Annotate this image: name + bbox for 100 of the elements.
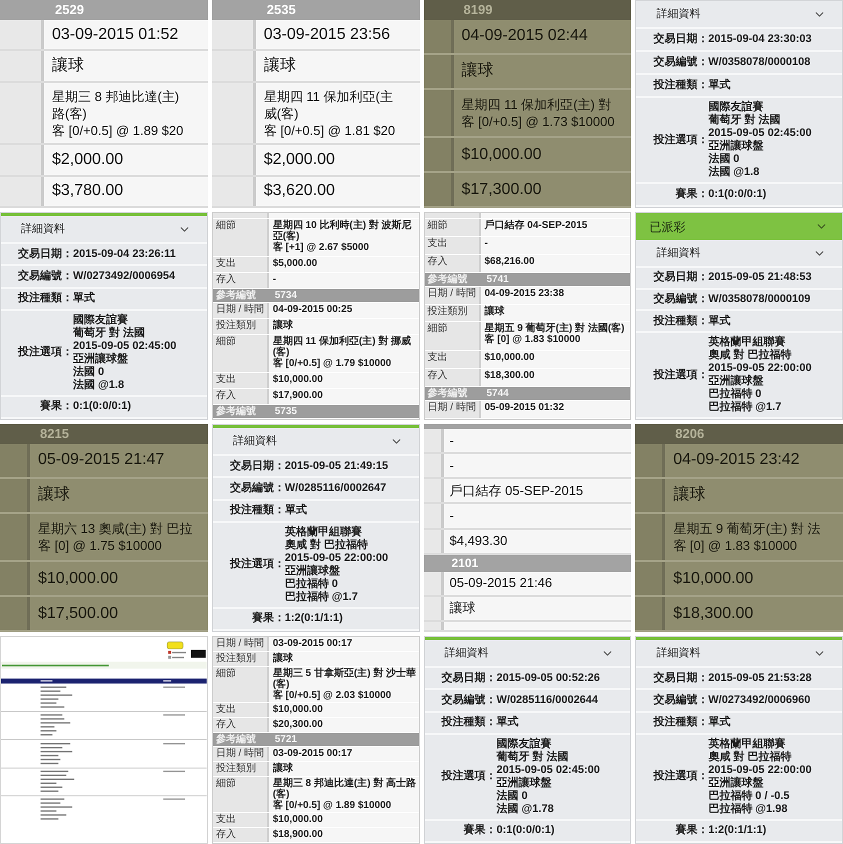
selection-line: 英格蘭甲組聯賽 [708, 738, 786, 750]
field-label: 投注選項： [228, 558, 285, 572]
field-label: 投注選項： [652, 134, 708, 146]
field-label: 日期 / 時間 [212, 303, 269, 318]
field-label: 支出 [212, 257, 269, 272]
selection-line: 巴拉福特 @1.98 [708, 802, 788, 816]
record-text: 05-09-2015 21:46 [450, 575, 552, 592]
field-value: 星期三 5 甘拿斯亞(主) 對 沙士華(客) [272, 668, 416, 690]
details-toggle[interactable]: 詳細資料 [424, 640, 630, 668]
field-label: 支出 [424, 236, 480, 254]
field-label: 賽果： [462, 824, 496, 838]
field-value: 1:2(0:1/1:1) [284, 612, 343, 626]
record-text: $17,300.00 [462, 180, 542, 200]
selection-line: 2015-09-05 02:45:00 [73, 340, 176, 352]
field-value: $18,300.00 [484, 370, 535, 382]
field-label: 細節 [212, 666, 269, 702]
record-text: - [450, 432, 454, 449]
field-label: 投注類別 [212, 319, 269, 334]
field-label: 投注種類： [652, 716, 708, 730]
field-value: W/0285116/0002647 [284, 482, 386, 495]
selection-line: 亞洲讓球盤 [73, 352, 129, 366]
field-value: 單式 [73, 292, 95, 306]
record-text: 讓球 [462, 61, 494, 82]
details-toggle[interactable]: 詳細資料 [636, 640, 842, 668]
field-label: 投注種類： [228, 504, 285, 518]
field-value: - [272, 274, 276, 285]
field-label: 存入 [212, 828, 269, 842]
details-toggle[interactable]: 詳細資料 [212, 428, 418, 456]
selection-line: 法國 0 [73, 366, 106, 378]
selection-line: 亞洲讓球盤 [496, 776, 552, 790]
field-value: 2015-09-05 00:52:26 [496, 672, 600, 685]
selection-line: 法國 @1.8 [73, 378, 126, 392]
record-text: 客 [0/+0.5] @ 1.81 $20 [264, 122, 396, 139]
field-label: 細節 [212, 219, 269, 256]
field-value: 0:1(0:0/0:1) [73, 400, 132, 414]
field-value: 0:1(0:0/0:1) [708, 188, 766, 201]
field-label: 投注選項： [652, 770, 708, 784]
field-label: 投注種類： [440, 716, 496, 730]
field-label: 細節 [212, 776, 269, 812]
selection-line: 巴拉福特 0 [708, 388, 762, 400]
field-value: W/0273492/0006960 [708, 694, 810, 707]
field-label: 支出 [212, 373, 269, 388]
selection-line: 亞洲讓球盤 [708, 776, 764, 790]
details-toggle[interactable]: 詳細資料 [1, 216, 207, 244]
field-value: 客 [0/+0.5] @ 1.89 $10000 [272, 800, 392, 811]
record-text: 讓球 [38, 485, 70, 506]
field-value: 0:1(0:0/0:1) [496, 824, 555, 838]
field-value: 客 [0] @ 1.83 $10000 [484, 334, 582, 346]
field-value: 2015-09-05 21:49:15 [284, 460, 388, 473]
field-label: 參考編號 [214, 734, 257, 745]
field-label: 存入 [212, 718, 269, 732]
selection-line: 奧咸 對 巴拉福特 [708, 349, 792, 362]
selection-line: 法國 0 [708, 153, 740, 166]
field-value: W/0285116/0002644 [496, 694, 598, 707]
record-text: 客 [0] @ 1.75 $10000 [38, 536, 163, 554]
record-text: $10,000.00 [38, 568, 118, 589]
field-label: 賽果： [39, 400, 73, 414]
details-toggle[interactable]: 詳細資料 [636, 1, 842, 29]
field-value: $20,300.00 [272, 719, 323, 730]
field-value: 星期四 10 比利時(主) 對 波斯尼亞(客) [272, 220, 413, 242]
field-label: 交易編號： [652, 694, 708, 707]
field-label: 細節 [212, 335, 269, 372]
field-value: W/0358078/0000109 [708, 293, 810, 306]
field-label: 交易日期： [652, 33, 708, 46]
selection-line: 亞洲讓球盤 [708, 375, 764, 388]
field-value: W/0358078/0000108 [708, 56, 810, 69]
selection-line: 法國 @1.78 [496, 802, 555, 816]
status-toggle[interactable]: 已派彩 [636, 213, 842, 240]
record-text: $17,500.00 [38, 604, 118, 624]
record-text: 讓球 [673, 485, 706, 506]
record-text: 03-09-2015 23:56 [264, 24, 390, 45]
details-toggle[interactable]: 詳細資料 [636, 240, 842, 268]
field-label: 細節 [424, 219, 480, 236]
record-text: 03-09-2015 01:52 [52, 24, 178, 45]
record-text: 讓球 [450, 600, 476, 616]
record-text: $18,300.00 [673, 604, 754, 624]
record-text: 威(客) [264, 104, 300, 122]
field-value: 客 [0/+0.5] @ 2.03 $10000 [272, 690, 392, 701]
field-value: 單式 [708, 79, 730, 92]
field-label: 日期 / 時間 [424, 286, 480, 304]
selection-line: 巴拉福特 0 [284, 578, 339, 590]
field-label: 交易日期： [652, 672, 708, 685]
selection-line: 英格蘭甲組聯賽 [708, 336, 786, 348]
record-text: 星期三 8 邦迪比達(主) [52, 88, 180, 105]
field-value: 單式 [284, 504, 307, 518]
selection-line: 國際友誼賽 [496, 738, 552, 750]
field-label: 支出 [424, 351, 480, 368]
record-text: 04-09-2015 02:44 [462, 26, 588, 46]
field-value: - [484, 238, 488, 249]
field-value: 讓球 [272, 652, 293, 664]
field-label: 投注選項： [652, 368, 708, 382]
field-value: 星期三 8 邦迪比達(主) 對 高士路(客) [272, 778, 416, 800]
field-label: 交易編號： [228, 482, 285, 495]
field-value: $10,000.00 [272, 704, 323, 716]
selection-line: 法國 0 [496, 790, 529, 802]
record-text: 星期六 13 奧咸(主) 對 巴拉 [38, 520, 193, 537]
field-label: 交易編號： [440, 694, 496, 707]
field-label: 投注類別 [212, 762, 269, 776]
selection-line: 奧咸 對 巴拉福特 [284, 538, 369, 552]
field-value: 單式 [496, 716, 518, 730]
